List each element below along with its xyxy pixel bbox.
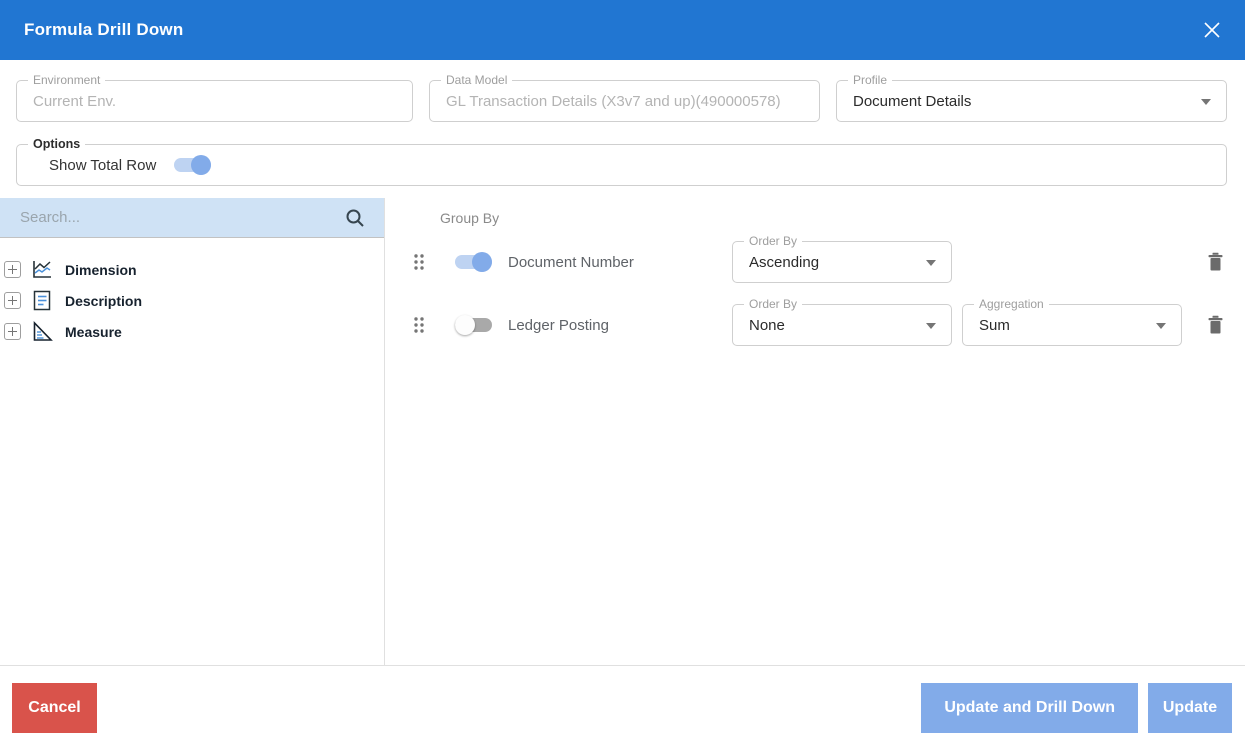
options-label: Options (28, 137, 85, 152)
delete-row-button[interactable] (1207, 315, 1224, 335)
order-by-select[interactable]: Order By Ascending (732, 241, 952, 283)
trash-icon (1207, 252, 1224, 272)
search-bar (0, 198, 384, 238)
drag-handle-icon[interactable] (412, 252, 426, 272)
search-input[interactable] (0, 209, 344, 226)
toggle-thumb (191, 155, 211, 175)
close-icon (1197, 15, 1227, 45)
drag-handle-icon[interactable] (412, 315, 426, 335)
row-enable-toggle[interactable] (455, 252, 492, 272)
tree-item-dimension[interactable]: Dimension (0, 254, 384, 285)
dialog-footer: Cancel Update and Drill Down Update (0, 665, 1245, 743)
profile-value: Document Details (837, 81, 1226, 121)
trash-icon (1207, 315, 1224, 335)
aggregation-select[interactable]: Aggregation Sum (962, 304, 1182, 346)
environment-label: Environment (28, 73, 105, 88)
set-square-icon (30, 321, 54, 342)
update-button[interactable]: Update (1148, 683, 1232, 733)
formula-drill-down-dialog: Formula Drill Down Environment Data Mode… (0, 0, 1245, 743)
tree-item-label: Description (65, 293, 142, 309)
group-by-label: Group By (440, 210, 1245, 226)
order-by-label: Order By (744, 297, 802, 312)
expand-plus-icon[interactable] (4, 292, 21, 309)
chevron-down-icon (1156, 323, 1166, 329)
group-by-field-name: Ledger Posting (508, 317, 732, 334)
row-enable-toggle[interactable] (455, 315, 492, 335)
profile-select[interactable]: Profile Document Details (836, 80, 1227, 122)
chevron-down-icon (1201, 99, 1211, 105)
order-by-select[interactable]: Order By None (732, 304, 952, 346)
chevron-down-icon (926, 260, 936, 266)
data-model-field: Data Model (429, 80, 820, 122)
update-and-drill-down-button[interactable]: Update and Drill Down (921, 683, 1138, 733)
group-by-panel: Group By Document Number Order By (385, 198, 1245, 665)
toggle-thumb (455, 315, 475, 335)
tree-item-label: Dimension (65, 262, 137, 278)
group-by-row: Document Number Order By Ascending (412, 240, 1245, 284)
expand-plus-icon[interactable] (4, 323, 21, 340)
aggregation-label: Aggregation (974, 297, 1049, 312)
group-by-field-name: Document Number (508, 254, 732, 271)
document-lines-icon (30, 290, 54, 311)
expand-plus-icon[interactable] (4, 261, 21, 278)
show-total-row-label: Show Total Row (49, 157, 156, 174)
options-group: Options Show Total Row (16, 144, 1227, 186)
dialog-title: Formula Drill Down (24, 20, 183, 40)
line-chart-icon (30, 259, 54, 280)
dialog-header: Formula Drill Down (0, 0, 1245, 60)
order-by-label: Order By (744, 234, 802, 249)
delete-row-button[interactable] (1207, 252, 1224, 272)
profile-label: Profile (848, 73, 892, 88)
toggle-thumb (472, 252, 492, 272)
search-icon[interactable] (344, 207, 366, 229)
main-area: Dimension Description (0, 198, 1245, 665)
data-model-label: Data Model (441, 73, 512, 88)
chevron-down-icon (926, 323, 936, 329)
close-button[interactable] (1196, 14, 1228, 46)
show-total-row-toggle[interactable] (174, 155, 211, 175)
field-tree-panel: Dimension Description (0, 198, 385, 665)
group-by-row: Ledger Posting Order By None Aggregation… (412, 303, 1245, 347)
field-tree: Dimension Description (0, 238, 384, 347)
tree-item-measure[interactable]: Measure (0, 316, 384, 347)
cancel-button[interactable]: Cancel (12, 683, 97, 733)
tree-item-description[interactable]: Description (0, 285, 384, 316)
tree-item-label: Measure (65, 324, 122, 340)
environment-field: Environment (16, 80, 413, 122)
